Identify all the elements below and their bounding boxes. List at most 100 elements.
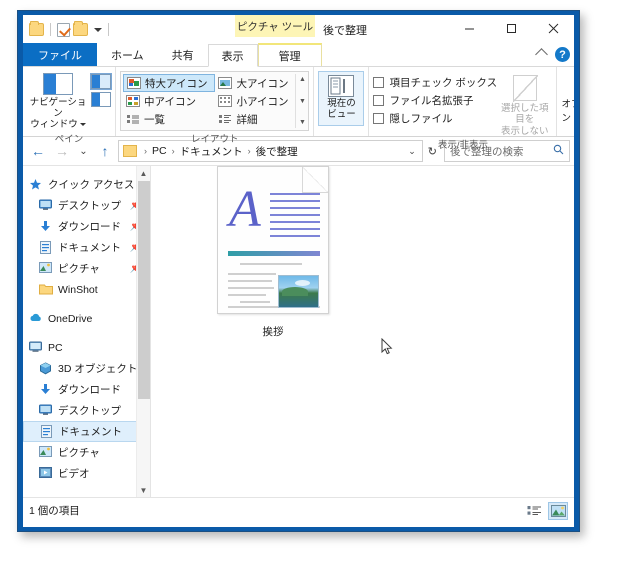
item-checkboxes-option[interactable]: 項目チェック ボックス (373, 74, 497, 91)
desktop-icon (39, 199, 53, 212)
sidebar-item-quick-access[interactable]: クイック アクセス (23, 174, 150, 195)
large-icons-icon (218, 77, 233, 89)
new-folder-icon[interactable] (73, 21, 88, 36)
details-view-button[interactable] (524, 502, 544, 520)
sidebar-item-desktop-qa[interactable]: デスクトップ 📌 (23, 195, 150, 216)
sidebar-item-videos-pc[interactable]: ビデオ (23, 463, 150, 484)
sidebar-item-downloads-qa[interactable]: ダウンロード 📌 (23, 216, 150, 237)
hide-selected-items-button: 選択した項目を 表示しない (497, 72, 552, 137)
close-button[interactable] (532, 15, 574, 42)
tab-view[interactable]: 表示 (207, 44, 258, 67)
documents-icon (39, 241, 53, 254)
sidebar-label-desktop-qa: デスクトップ (58, 200, 121, 212)
layout-small-icons[interactable]: 小アイコン (215, 92, 295, 110)
item-checkboxes-checkbox[interactable] (373, 77, 385, 88)
options-button[interactable]: オプション (561, 70, 574, 124)
navigation-pane-button[interactable]: ナビゲーション ウィンドウ (27, 70, 89, 131)
sidebar-item-pictures-pc[interactable]: ピクチャ (23, 442, 150, 463)
scroll-up-icon[interactable]: ▲ (137, 166, 150, 180)
help-icon[interactable]: ? (555, 47, 570, 62)
sidebar-item-documents-qa[interactable]: ドキュメント 📌 (23, 237, 150, 258)
current-view-label-2: ビュー (327, 108, 356, 120)
layout-medium-icons-label: 中アイコン (144, 95, 196, 108)
file-extensions-option[interactable]: ファイル名拡張子 (373, 92, 497, 109)
folder-icon-winshot (39, 283, 53, 296)
mouse-cursor (381, 337, 393, 356)
scroll-down-icon[interactable]: ▼ (137, 483, 150, 497)
customize-caret-icon[interactable] (94, 27, 102, 32)
navigation-pane-icon (43, 73, 73, 95)
sidebar-item-3d-objects[interactable]: 3D オブジェクト (23, 358, 150, 379)
sidebar-item-winshot[interactable]: WinShot (23, 279, 150, 300)
properties-icon[interactable] (57, 22, 70, 37)
breadcrumb-separator-1[interactable]: › (169, 146, 178, 156)
sidebar-label-pc: PC (48, 341, 63, 354)
pictures-icon (39, 262, 53, 275)
ribbon-group-options: オプション (557, 67, 574, 136)
page-fold (302, 167, 328, 193)
preview-pane-icon[interactable] (90, 73, 112, 90)
file-name-label: 挨拶 (262, 326, 284, 338)
hidden-files-checkbox[interactable] (373, 113, 385, 124)
current-view-button[interactable]: 現在の ビュー (318, 71, 365, 126)
layout-details[interactable]: 詳細 (215, 110, 295, 128)
3d-objects-icon (39, 362, 53, 375)
tab-home[interactable]: ホーム (97, 43, 158, 66)
layout-large-icons-label: 大アイコン (236, 77, 289, 90)
breadcrumb-separator-2[interactable]: › (245, 146, 254, 156)
layout-small-icons-label: 小アイコン (236, 95, 289, 108)
documents-icon-pc (40, 425, 54, 438)
list-icon (126, 113, 140, 125)
sidebar-item-pictures-qa[interactable]: ピクチャ 📌 (23, 258, 150, 279)
nav-scrollbar[interactable]: ▲ ▼ (136, 166, 150, 497)
sidebar-item-pc[interactable]: PC (23, 337, 150, 358)
address-folder-icon (123, 145, 137, 157)
videos-icon (39, 467, 53, 480)
gallery-more-icon[interactable]: ▼ (299, 119, 306, 126)
pictures-icon-pc (39, 446, 53, 459)
explorer-window: ピクチャ ツール 後で整理 ファイル ホーム 共有 表示 管理 ? ナビゲーショ… (17, 10, 580, 532)
sidebar-label-documents-pc: ドキュメント (59, 426, 122, 438)
tab-manage[interactable]: 管理 (257, 43, 322, 66)
list-item[interactable]: A 挨拶 (213, 166, 333, 339)
gallery-scroll-down-icon[interactable]: ▼ (299, 98, 306, 105)
layout-list[interactable]: 一覧 (123, 110, 215, 128)
download-icon-pc (39, 383, 53, 396)
folder-icon[interactable] (29, 21, 44, 36)
gallery-scroll-up-icon[interactable]: ▲ (299, 76, 306, 83)
layout-medium-icons[interactable]: 中アイコン (123, 92, 215, 110)
embedded-photo (278, 275, 319, 308)
group-label-panes: ペイン (54, 133, 84, 145)
minimize-button[interactable] (448, 15, 490, 42)
current-view-icon (328, 75, 355, 97)
gallery-scroll[interactable]: ▲ ▼ ▼ (295, 74, 308, 128)
star-icon (29, 178, 43, 191)
sidebar-item-downloads-pc[interactable]: ダウンロード (23, 379, 150, 400)
sidebar-item-desktop-pc[interactable]: デスクトップ (23, 400, 150, 421)
file-extensions-label: ファイル名拡張子 (389, 95, 474, 107)
tab-file[interactable]: ファイル (23, 43, 97, 66)
sidebar-label-pictures-pc: ピクチャ (58, 447, 100, 459)
chevron-up-icon[interactable] (535, 47, 548, 61)
status-bar: 1 個の項目 (23, 497, 574, 523)
sidebar-label-3d-objects: 3D オブジェクト (58, 363, 138, 375)
sidebar-item-onedrive[interactable]: OneDrive (23, 308, 150, 329)
hide-selected-items-icon (512, 75, 538, 102)
chevron-down-icon[interactable] (79, 122, 86, 126)
layout-large-icons[interactable]: 大アイコン (215, 74, 295, 92)
qat-divider-2 (108, 23, 109, 36)
scroll-thumb[interactable] (138, 181, 150, 399)
layout-extra-large-icons-label: 特大アイコン (145, 77, 208, 90)
layout-extra-large-icons[interactable]: 特大アイコン (123, 74, 216, 92)
file-extensions-checkbox[interactable] (373, 95, 385, 106)
file-list-pane[interactable]: A 挨拶 (151, 166, 574, 497)
sidebar-item-documents-pc[interactable]: ドキュメント (23, 421, 150, 442)
tab-share[interactable]: 共有 (158, 43, 208, 66)
maximize-button[interactable] (490, 15, 532, 42)
hidden-files-option[interactable]: 隠しファイル (373, 110, 497, 127)
window-title: 後で整理 (323, 24, 367, 37)
details-pane-icon[interactable] (91, 92, 111, 107)
search-icon[interactable] (553, 144, 564, 158)
large-icons-view-button[interactable] (548, 501, 568, 520)
sidebar-label-downloads-pc: ダウンロード (58, 384, 121, 396)
